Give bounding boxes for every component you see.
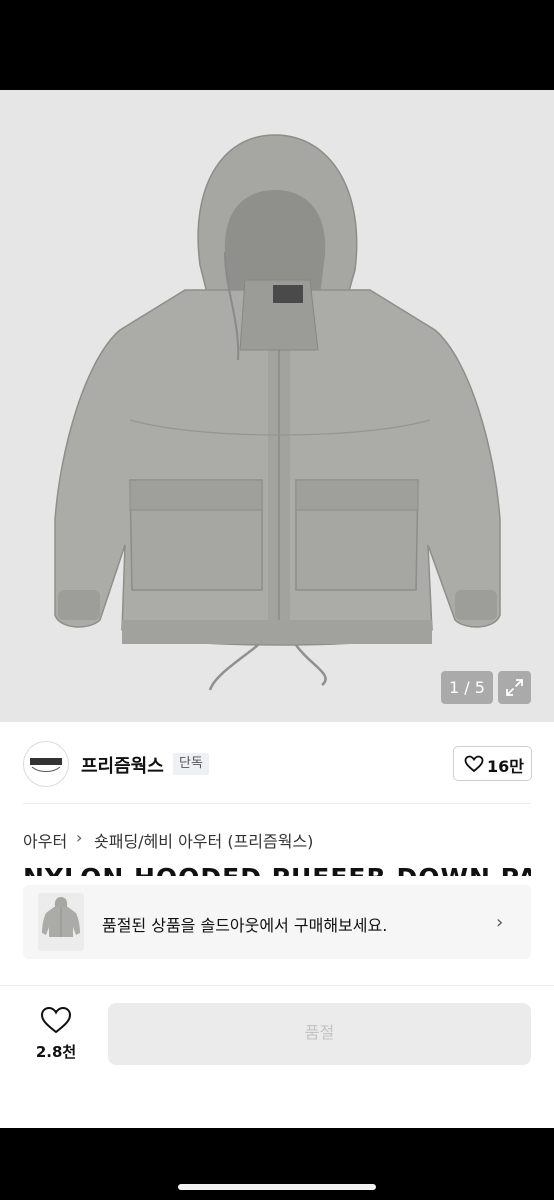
product-image[interactable] — [0, 90, 554, 722]
home-indicator — [178, 1184, 376, 1190]
brand-like-button[interactable]: 16만 — [453, 746, 532, 781]
breadcrumb-subcategory[interactable]: 숏패딩/헤비 아우터 (프리즘웍스) — [94, 828, 313, 852]
soldout-button[interactable]: 품절 — [108, 1003, 531, 1065]
product-title: NYLON HOODED PUFFER DOWN PARKA - G — [23, 865, 531, 876]
jacket-thumbnail — [38, 893, 84, 951]
image-counter: 1 / 5 — [441, 671, 493, 704]
product-thumbnail — [38, 893, 84, 951]
soldout-banner[interactable]: 품절된 상품을 솔드아웃에서 구매해보세요. › — [23, 885, 531, 959]
jacket-image — [0, 90, 554, 722]
breadcrumb-category[interactable]: 아우터 — [23, 828, 67, 852]
expand-button[interactable] — [498, 671, 531, 704]
status-bar — [0, 0, 554, 90]
heart-icon — [40, 1006, 72, 1034]
brand-logo-icon — [30, 758, 62, 772]
wishlist-count: 2.8천 — [35, 1043, 77, 1061]
brand-like-count: 16만 — [487, 757, 524, 776]
chevron-right-icon: › — [76, 828, 83, 847]
product-title-clip: NYLON HOODED PUFFER DOWN PARKA - G — [23, 860, 531, 876]
divider — [0, 985, 554, 986]
chevron-right-icon: › — [496, 912, 504, 933]
wishlist-button[interactable]: 2.8천 — [23, 1005, 89, 1065]
divider — [23, 803, 531, 804]
brand-name[interactable]: 프리즘웍스 — [81, 752, 164, 778]
heart-icon — [464, 755, 484, 773]
soldout-banner-text: 품절된 상품을 솔드아웃에서 구매해보세요. — [102, 916, 388, 935]
exclusive-badge: 단독 — [173, 753, 209, 775]
expand-icon — [506, 679, 523, 696]
brand-logo[interactable] — [23, 741, 69, 787]
